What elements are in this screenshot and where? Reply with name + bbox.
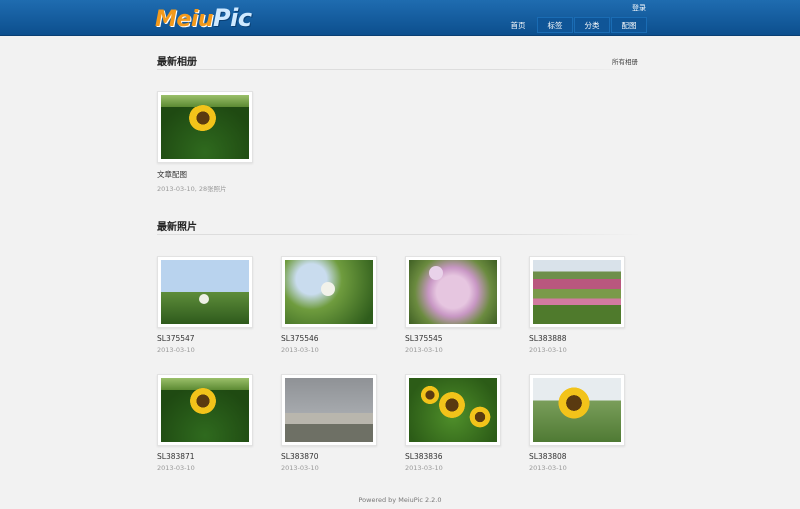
logo-text-part1: Meiu <box>155 7 214 32</box>
nav-item-tags[interactable]: 标签 <box>537 17 573 33</box>
photo-card[interactable]: SL375547 2013-03-10 <box>157 256 257 354</box>
photos-divider <box>157 234 642 235</box>
photo-title[interactable]: SL383888 <box>529 334 629 343</box>
site-logo[interactable]: MeiuPic <box>155 3 252 33</box>
top-header: MeiuPic 登录 首页 标签 分类 配图 <box>0 0 800 36</box>
photos-section-title: 最新照片 <box>157 222 197 233</box>
photo-title[interactable]: SL383870 <box>281 452 381 461</box>
photo-date: 2013-03-10 <box>281 464 319 472</box>
album-cover-image[interactable] <box>161 95 249 159</box>
photo-frame[interactable] <box>529 256 625 328</box>
photo-frame[interactable] <box>281 374 377 446</box>
nav-item-illustrations[interactable]: 配图 <box>611 17 647 33</box>
photo-image[interactable] <box>161 378 249 442</box>
photo-card[interactable]: SL383808 2013-03-10 <box>529 374 629 472</box>
photo-image[interactable] <box>409 378 497 442</box>
photo-frame[interactable] <box>281 256 377 328</box>
logo-text-part2: Pic <box>213 4 252 32</box>
photo-frame[interactable] <box>157 256 253 328</box>
photo-date: 2013-03-10 <box>281 346 319 354</box>
photo-image[interactable] <box>161 260 249 324</box>
photo-date: 2013-03-10 <box>157 346 195 354</box>
albums-section-title: 最新相册 <box>157 57 197 68</box>
albums-divider <box>157 69 642 70</box>
photo-image[interactable] <box>533 260 621 324</box>
photo-card[interactable]: SL383870 2013-03-10 <box>281 374 381 472</box>
photo-frame[interactable] <box>405 256 501 328</box>
photo-card[interactable]: SL375546 2013-03-10 <box>281 256 381 354</box>
all-albums-link[interactable]: 所有相册 <box>612 56 638 66</box>
album-meta: 2013-03-10, 28张照片 <box>157 185 227 193</box>
photo-frame[interactable] <box>529 374 625 446</box>
photo-title[interactable]: SL383836 <box>405 452 505 461</box>
main-nav: 首页 标签 分类 配图 <box>500 17 648 33</box>
photo-frame[interactable] <box>157 374 253 446</box>
photo-date: 2013-03-10 <box>405 346 443 354</box>
nav-item-categories[interactable]: 分类 <box>574 17 610 33</box>
login-link[interactable]: 登录 <box>632 3 646 13</box>
photo-image[interactable] <box>533 378 621 442</box>
photo-image[interactable] <box>285 378 373 442</box>
photo-date: 2013-03-10 <box>405 464 443 472</box>
photo-title[interactable]: SL383871 <box>157 452 257 461</box>
album-title[interactable]: 文章配图 <box>157 169 257 180</box>
photo-title[interactable]: SL383808 <box>529 452 629 461</box>
photo-card[interactable]: SL383871 2013-03-10 <box>157 374 257 472</box>
photo-card[interactable]: SL383836 2013-03-10 <box>405 374 505 472</box>
footer-credit: Powered by MeiuPic 2.2.0 <box>358 496 442 504</box>
photo-card[interactable]: SL383888 2013-03-10 <box>529 256 629 354</box>
photo-frame[interactable] <box>405 374 501 446</box>
photo-date: 2013-03-10 <box>529 464 567 472</box>
album-card[interactable]: 文章配图 2013-03-10, 28张照片 <box>157 91 257 193</box>
album-cover-frame[interactable] <box>157 91 253 163</box>
photo-title[interactable]: SL375547 <box>157 334 257 343</box>
photo-image[interactable] <box>285 260 373 324</box>
photo-date: 2013-03-10 <box>157 464 195 472</box>
photo-date: 2013-03-10 <box>529 346 567 354</box>
photo-title[interactable]: SL375546 <box>281 334 381 343</box>
nav-item-home[interactable]: 首页 <box>500 17 536 33</box>
photo-card[interactable]: SL375545 2013-03-10 <box>405 256 505 354</box>
photo-title[interactable]: SL375545 <box>405 334 505 343</box>
photo-image[interactable] <box>409 260 497 324</box>
